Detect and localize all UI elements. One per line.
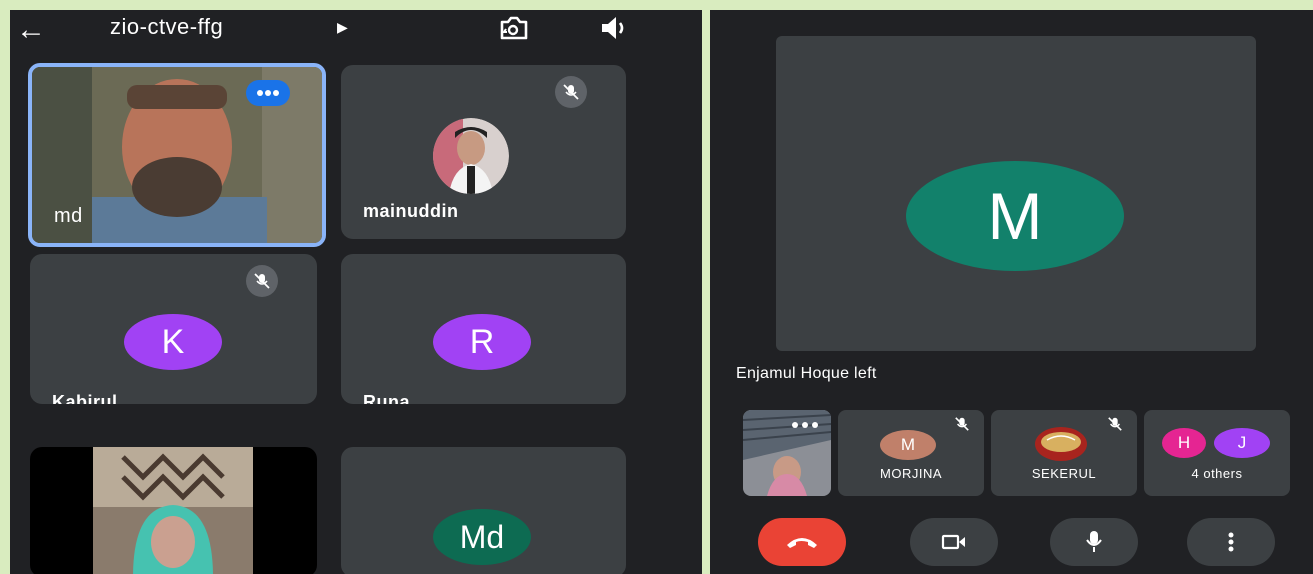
more-vert-icon	[1228, 532, 1234, 552]
flip-camera-icon[interactable]	[497, 14, 529, 42]
participant-name: md	[54, 205, 83, 227]
end-call-icon	[787, 538, 817, 548]
participant-tile-md-initials[interactable]: Md	[341, 447, 626, 574]
participant-name: Kabirul	[52, 392, 118, 404]
mic-off-icon	[955, 417, 969, 431]
meeting-code[interactable]: zio-ctve-ffg	[110, 14, 223, 40]
participant-tile-others[interactable]: H J 4 others	[1144, 410, 1290, 496]
avatar: J	[1214, 428, 1270, 458]
meeting-screen-left: ← zio-ctve-ffg ▶ md mainuddin K Kabirul …	[10, 10, 702, 574]
mic-off-icon	[1108, 417, 1122, 431]
arrow-back-icon[interactable]: ←	[16, 12, 46, 48]
top-bar: ← zio-ctve-ffg ▶	[10, 10, 702, 52]
participant-tile-runa[interactable]: R Runa	[341, 254, 626, 404]
camera-button[interactable]	[910, 518, 998, 566]
participant-tile-mainuddin[interactable]: mainuddin	[341, 65, 626, 239]
avatar: M	[906, 161, 1124, 271]
avatar: R	[433, 314, 531, 370]
meeting-screen-right: M Enjamul Hoque left M MORJINA SEKERUL H…	[710, 10, 1313, 574]
microphone-icon	[1086, 531, 1102, 552]
caret-right-icon[interactable]: ▶	[337, 19, 348, 36]
mic-off-icon	[246, 265, 278, 297]
more-horiz-icon[interactable]	[791, 416, 819, 434]
camera-icon	[941, 534, 965, 550]
speaking-indicator-icon	[246, 80, 290, 106]
participant-name: SEKERUL	[1031, 466, 1097, 481]
participant-tile-video[interactable]	[30, 447, 317, 574]
avatar: H	[1162, 428, 1206, 458]
more-options-button[interactable]	[1187, 518, 1275, 566]
avatar: M	[880, 430, 936, 460]
participant-name: mainuddin	[363, 201, 459, 221]
participant-video	[93, 447, 253, 574]
avatar	[1035, 427, 1087, 461]
main-participant-tile[interactable]: M	[776, 36, 1256, 351]
self-view-tile[interactable]	[743, 410, 831, 496]
end-call-button[interactable]	[758, 518, 846, 566]
participant-tile-md[interactable]: md	[28, 63, 326, 247]
participant-tile-sekerul[interactable]: SEKERUL	[991, 410, 1137, 496]
participant-name: Runa	[363, 392, 410, 404]
participant-name: 4 others	[1191, 466, 1243, 481]
avatar: Md	[433, 509, 531, 565]
avatar	[433, 118, 509, 194]
mic-off-icon	[555, 76, 587, 108]
microphone-button[interactable]	[1050, 518, 1138, 566]
speaker-icon[interactable]	[598, 14, 630, 42]
participant-tile-kabirul[interactable]: K Kabirul	[30, 254, 317, 404]
notification-text: Enjamul Hoque left	[736, 365, 877, 382]
participant-name: MORJINA	[880, 466, 942, 481]
participant-tile-morjina[interactable]: M MORJINA	[838, 410, 984, 496]
avatar: K	[124, 314, 222, 370]
